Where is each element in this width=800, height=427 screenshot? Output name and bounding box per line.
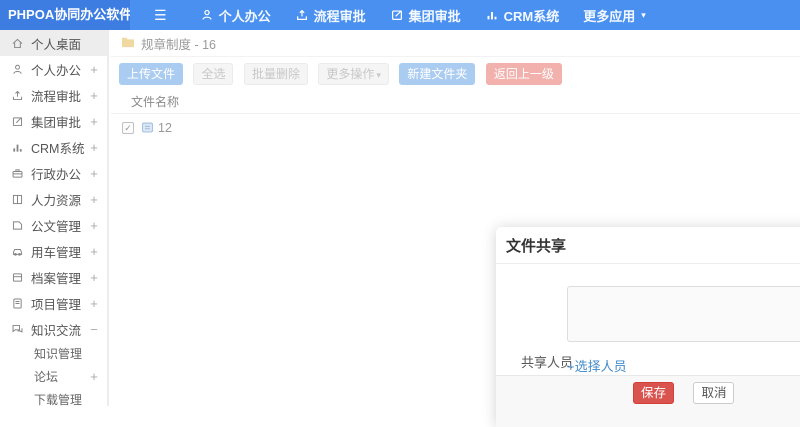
save-button[interactable]: 保存 <box>633 382 675 404</box>
sidebar-subitem-knowledge-mgmt[interactable]: 知识管理 <box>0 342 107 365</box>
row-checkbox[interactable]: ✓ <box>122 121 134 134</box>
sidebar-item-personal-office[interactable]: 个人办公 + <box>0 56 107 82</box>
expand-plus-icon[interactable]: + <box>89 166 99 181</box>
topnav-label: 个人办公 <box>218 8 271 24</box>
folder-icon <box>121 36 135 51</box>
expand-plus-icon[interactable]: + <box>89 369 99 384</box>
batch-delete-button[interactable]: 批量删除 <box>243 63 308 85</box>
sidebar-item-knowledge-exchange[interactable]: 知识交流 − <box>0 316 107 342</box>
expand-plus-icon[interactable]: + <box>89 62 99 77</box>
modal-title: 文件共享 <box>496 227 800 264</box>
user-icon <box>10 63 24 76</box>
workflow-icon <box>295 8 309 22</box>
topnav-label: 流程审批 <box>313 8 366 24</box>
go-back-button[interactable]: 返回上一级 <box>485 63 562 85</box>
breadcrumb-label: 规章制度 - 16 <box>141 37 217 52</box>
app-logo: PHPOA协同办公软件 <box>0 0 130 30</box>
file-name[interactable]: 12 <box>158 121 172 135</box>
sidebar: 个人桌面 个人办公 + 流程审批 + 集团审批 + CRM系统 + 行政办公 + <box>0 30 109 407</box>
caret-down-icon: ▾ <box>641 9 646 20</box>
sidebar-item-personal-desktop[interactable]: 个人桌面 <box>0 30 107 56</box>
sidebar-item-crm[interactable]: CRM系统 + <box>0 134 107 160</box>
sidebar-item-document-mgmt[interactable]: 公文管理 + <box>0 212 107 238</box>
sidebar-item-admin-office[interactable]: 行政办公 + <box>0 160 107 186</box>
expand-plus-icon[interactable]: + <box>89 192 99 207</box>
topnav-crm[interactable]: CRM系统 <box>485 6 560 25</box>
document-icon <box>10 219 24 232</box>
expand-plus-icon[interactable]: + <box>89 270 99 285</box>
chart-icon <box>485 8 499 22</box>
more-actions-button[interactable]: 更多操作 ▾ <box>318 63 389 85</box>
share-people-textarea[interactable] <box>567 286 800 342</box>
sidebar-item-hr[interactable]: 人力资源 + <box>0 186 107 212</box>
expand-plus-icon[interactable]: + <box>89 218 99 233</box>
select-all-button[interactable]: 全选 <box>193 63 234 85</box>
topnav-personal-office[interactable]: 个人办公 <box>200 6 271 25</box>
sidebar-subitem-download-mgmt[interactable]: 下载管理 <box>0 388 107 411</box>
approval-icon <box>10 115 24 128</box>
sidebar-item-workflow-approval[interactable]: 流程审批 + <box>0 82 107 108</box>
sidebar-item-group-approval[interactable]: 集团审批 + <box>0 108 107 134</box>
workflow-icon <box>10 89 24 102</box>
user-icon <box>200 8 214 22</box>
expand-plus-icon[interactable]: + <box>89 114 99 129</box>
project-icon <box>10 297 24 310</box>
topnav-label: 更多应用 <box>583 8 636 24</box>
file-table-row: ✓ 12 <box>111 114 800 141</box>
toolbar: 上传文件 全选 批量删除 更多操作 ▾ 新建文件夹 返回上一级 <box>111 57 800 91</box>
file-name-column-header: 文件名称 <box>111 91 800 114</box>
caret-down-icon: ▾ <box>376 70 381 80</box>
approval-icon <box>390 8 404 22</box>
modal-footer: 保存 取消 <box>496 375 800 427</box>
topnav-workflow-approval[interactable]: 流程审批 <box>295 6 366 25</box>
sidebar-subitem-forum[interactable]: 论坛 + <box>0 365 107 388</box>
expand-plus-icon[interactable]: + <box>89 244 99 259</box>
topnav-more-apps[interactable]: 更多应用 ▾ <box>583 6 646 25</box>
hamburger-menu-icon[interactable]: ☰ <box>154 7 167 24</box>
top-nav: 个人办公 流程审批 集团审批 CRM系统 更多应用 ▾ <box>176 6 646 25</box>
topnav-label: CRM系统 <box>503 8 560 24</box>
upload-file-button[interactable]: 上传文件 <box>119 63 184 85</box>
cancel-button[interactable]: 取消 <box>693 382 735 404</box>
chart-icon <box>10 141 24 154</box>
expand-plus-icon[interactable]: + <box>89 296 99 311</box>
expand-plus-icon[interactable]: + <box>89 140 99 155</box>
file-share-modal: 文件共享 共享人员 +选择人员 保存 取消 <box>496 227 800 427</box>
new-folder-button[interactable]: 新建文件夹 <box>399 63 476 85</box>
archive-icon <box>10 271 24 284</box>
sidebar-item-vehicle-mgmt[interactable]: 用车管理 + <box>0 238 107 264</box>
sidebar-item-archive-mgmt[interactable]: 档案管理 + <box>0 264 107 290</box>
collapse-minus-icon[interactable]: − <box>89 322 99 337</box>
briefcase-icon <box>10 167 24 180</box>
sidebar-item-project-mgmt[interactable]: 项目管理 + <box>0 290 107 316</box>
car-icon <box>10 245 24 258</box>
modal-body: 共享人员 +选择人员 <box>496 264 800 374</box>
top-bar: PHPOA协同办公软件 ☰ 个人办公 流程审批 集团审批 CRM系统 更多应用 … <box>0 0 800 30</box>
file-icon <box>141 121 154 134</box>
expand-plus-icon[interactable]: + <box>89 88 99 103</box>
book-icon <box>10 193 24 206</box>
topnav-group-approval[interactable]: 集团审批 <box>390 6 461 25</box>
topnav-label: 集团审批 <box>408 8 461 24</box>
share-people-label: 共享人员 <box>521 355 574 370</box>
select-people-link[interactable]: +选择人员 <box>567 356 627 375</box>
breadcrumb: 规章制度 - 16 <box>111 30 800 57</box>
home-icon <box>10 37 24 50</box>
chat-icon <box>10 323 24 336</box>
